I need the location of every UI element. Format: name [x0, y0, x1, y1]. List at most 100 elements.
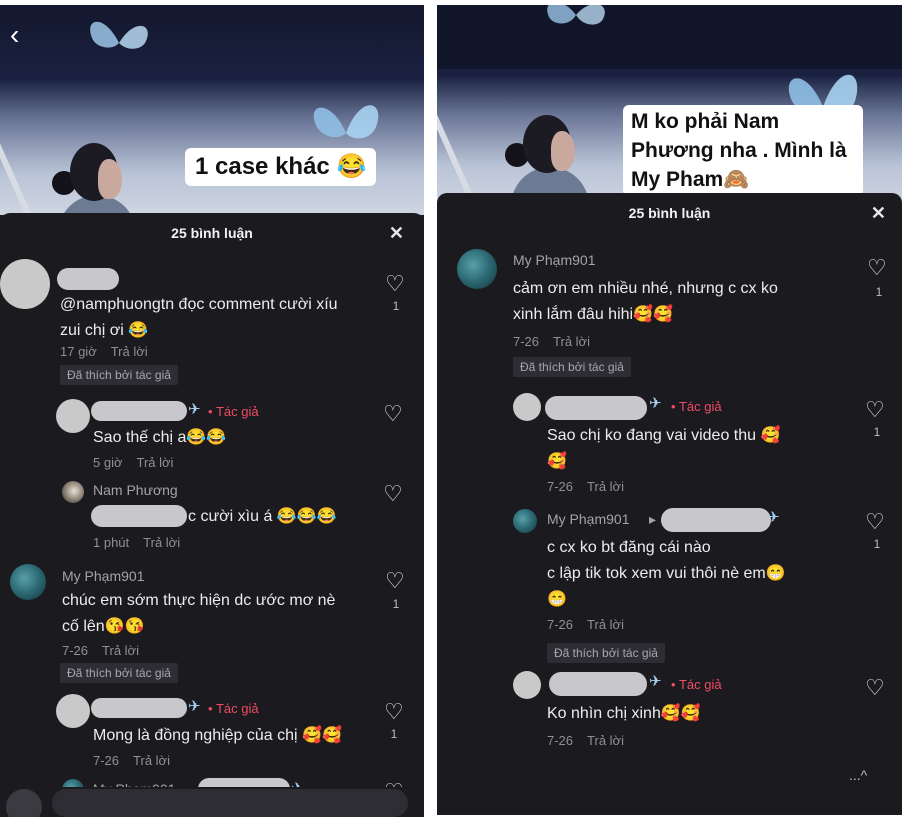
avatar	[6, 789, 42, 817]
heart-icon[interactable]: ♡	[865, 677, 885, 699]
like-count: 1	[392, 299, 400, 313]
reply-button[interactable]: Trả lời	[133, 753, 170, 768]
back-arrow-icon[interactable]: ‹	[10, 19, 30, 50]
liked-by-author-badge: Đã thích bởi tác giả	[547, 643, 665, 663]
like-count: 1	[875, 285, 883, 299]
reply-button[interactable]: Trả lời	[137, 455, 174, 470]
butterfly-icon	[90, 21, 148, 49]
redacted-username[interactable]	[57, 268, 119, 290]
comment-input-bar	[0, 787, 424, 817]
comment-meta: 7-26 Trả lời	[547, 617, 638, 632]
redacted-username[interactable]	[91, 401, 187, 421]
username[interactable]: My Phạm901	[547, 511, 629, 527]
reply-button[interactable]: Trả lời	[102, 643, 139, 658]
airplane-icon: ✈	[188, 401, 201, 418]
liked-by-author-badge: Đã thích bởi tác giả	[60, 365, 178, 385]
comment-input[interactable]	[52, 789, 408, 817]
comment-meta: 5 giờ Trả lời	[93, 455, 187, 470]
comment-meta: 1 phút Trả lời	[93, 535, 194, 550]
comment-text: chúc em sớm thực hiện dc ước mơ nè cố lên…	[62, 592, 336, 635]
redacted-username[interactable]	[545, 396, 647, 420]
heart-icon[interactable]: ♡	[384, 701, 404, 723]
comment-text: @namphuongtn đọc comment cười xíu zui chị…	[60, 296, 338, 339]
airplane-icon: ✈	[649, 673, 662, 690]
author-tag: • Tác giả	[208, 701, 259, 716]
avatar[interactable]	[56, 694, 90, 728]
comment-text: Sao chị ko đang vai video thu 🥰 🥰	[547, 427, 781, 470]
redacted-username	[661, 508, 771, 532]
avatar[interactable]	[10, 564, 46, 600]
comment-text: Sao thế chị a😂😂	[93, 429, 227, 446]
reply-button[interactable]: Trả lời	[111, 344, 148, 359]
avatar[interactable]	[513, 671, 541, 699]
comment-time: 7-26	[62, 643, 89, 658]
like-count: 1	[392, 597, 400, 611]
username[interactable]: My Phạm901	[62, 568, 144, 584]
reply-button[interactable]: Trả lời	[587, 733, 624, 748]
heart-icon[interactable]: ♡	[385, 273, 405, 295]
author-tag: • Tác giả	[671, 677, 722, 692]
airplane-icon: ✈	[188, 698, 201, 715]
like-count: 1	[873, 425, 881, 439]
comment-count-header: 25 bình luận ✕	[437, 193, 902, 233]
heart-icon[interactable]: ♡	[383, 483, 403, 505]
comment-meta: 7-26 Trả lời	[547, 733, 638, 748]
reply-button[interactable]: Trả lời	[143, 535, 180, 550]
comment-time: 7-26	[93, 753, 120, 768]
reply-arrow-icon: ▸	[649, 511, 657, 527]
heart-icon[interactable]: ♡	[385, 570, 405, 592]
right-screenshot: M ko phải Nam Phương nha . Mình là My Ph…	[437, 5, 902, 815]
railing	[437, 99, 484, 205]
video-frame: M ko phải Nam Phương nha . Mình là My Ph…	[437, 5, 902, 205]
comment-count-header: 25 bình luận ✕	[0, 213, 424, 253]
username[interactable]: Nam Phương	[93, 482, 178, 498]
comment-meta: 7-26 Trả lời	[513, 334, 604, 349]
butterfly-icon	[547, 5, 605, 25]
heart-icon[interactable]: ♡	[865, 511, 885, 533]
comment-time: 7-26	[547, 617, 574, 632]
comment-time: 5 giờ	[93, 455, 123, 470]
reply-button[interactable]: Trả lời	[587, 617, 624, 632]
comment-time: 7-26	[547, 479, 574, 494]
comments-sheet: 25 bình luận ✕ My Phạm901 cảm ơn em nhiề…	[437, 193, 902, 815]
woman-figure	[52, 133, 136, 215]
avatar[interactable]	[0, 259, 50, 309]
heart-icon[interactable]: ♡	[383, 403, 403, 425]
comment-count: 25 bình luận	[628, 205, 711, 221]
woman-figure	[505, 105, 589, 205]
avatar[interactable]	[513, 509, 537, 533]
comment-text: cảm ơn em nhiều nhé, nhưng c cx ko xinh l…	[513, 280, 778, 323]
username[interactable]: My Phạm901	[513, 252, 595, 268]
heart-icon[interactable]: ♡	[867, 257, 887, 279]
reply-button[interactable]: Trả lời	[553, 334, 590, 349]
close-icon[interactable]: ✕	[389, 213, 404, 253]
comment-meta: 7-26 Trả lời	[62, 643, 153, 658]
comment-meta: 7-26 Trả lời	[547, 479, 638, 494]
comment-text: Mong là đồng nghiệp của chị 🥰🥰	[93, 727, 342, 744]
avatar[interactable]	[56, 399, 90, 433]
airplane-icon: ✈	[649, 395, 662, 412]
comment-time: 7-26	[513, 334, 540, 349]
liked-by-author-badge: Đã thích bởi tác giả	[60, 663, 178, 683]
video-caption: M ko phải Nam Phương nha . Mình là My Ph…	[623, 105, 863, 196]
video-caption: 1 case khác 😂	[185, 148, 377, 186]
comment-text: c cười xìu á 😂😂😂	[188, 508, 337, 525]
butterfly-icon	[313, 105, 379, 139]
comment-time: 1 phút	[93, 535, 130, 550]
close-icon[interactable]: ✕	[871, 193, 886, 233]
video-frame: ‹ 1 case khác 😂	[0, 5, 424, 215]
airplane-icon: ✈	[767, 509, 780, 526]
author-tag: • Tác giả	[671, 399, 722, 414]
show-more-button[interactable]: ...^	[849, 767, 867, 783]
author-tag: • Tác giả	[208, 404, 259, 419]
comment-meta: 7-26 Trả lời	[93, 753, 184, 768]
avatar[interactable]	[62, 481, 84, 503]
comment-count: 25 bình luận	[171, 225, 253, 241]
redacted-username[interactable]	[549, 672, 647, 696]
like-count: 1	[873, 537, 881, 551]
reply-button[interactable]: Trả lời	[587, 479, 624, 494]
avatar[interactable]	[457, 249, 497, 289]
heart-icon[interactable]: ♡	[865, 399, 885, 421]
avatar[interactable]	[513, 393, 541, 421]
redacted-username[interactable]	[91, 698, 187, 718]
